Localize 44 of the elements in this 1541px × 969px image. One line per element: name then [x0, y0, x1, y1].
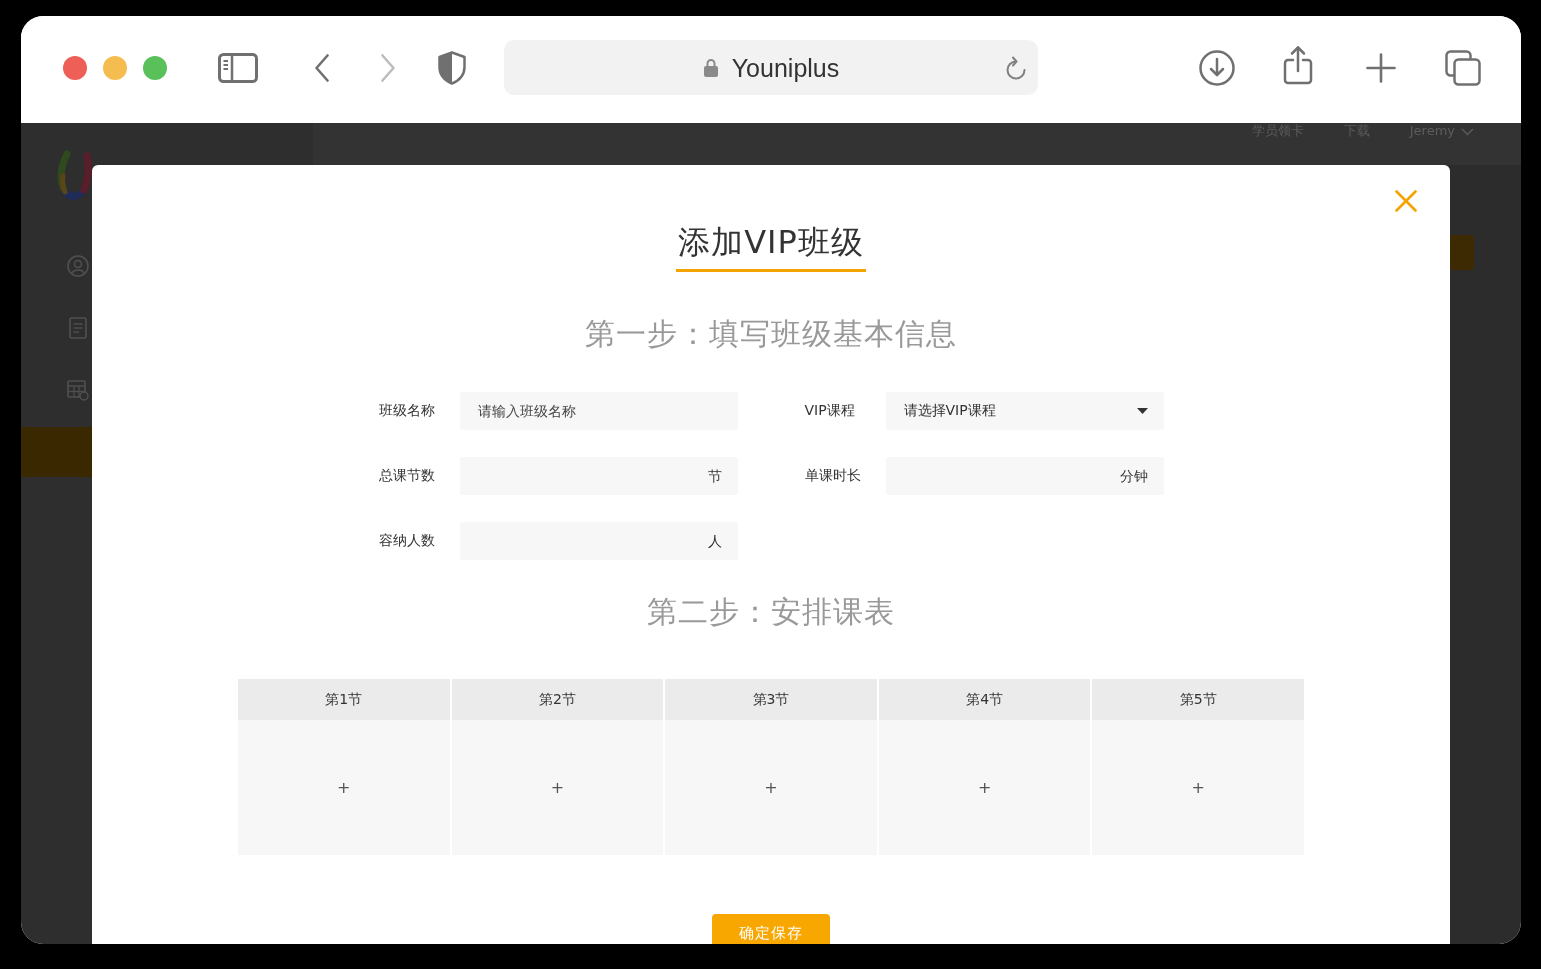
close-icon[interactable] [1395, 190, 1417, 212]
unit-label: 分钟 [1119, 467, 1148, 485]
column-header: 第4节 [878, 679, 1091, 720]
unit-label: 人 [707, 532, 722, 550]
reload-icon[interactable] [1005, 55, 1027, 80]
logo-icon [57, 150, 92, 200]
address-text: Youniplus [731, 52, 840, 83]
field-label: VIP课程 [804, 402, 856, 420]
select-field[interactable]: 请选择VIP课程 [885, 392, 1164, 430]
lock-icon [703, 58, 718, 77]
dialog-title: 添加VIP班级 [676, 222, 866, 272]
zoom-window-button[interactable] [143, 55, 167, 80]
shield-icon[interactable] [438, 50, 466, 85]
step-heading: 第一步：填写班级基本信息 [585, 315, 957, 353]
sidebar-icon[interactable] [218, 52, 258, 83]
add-lesson-slot[interactable]: + [238, 720, 450, 855]
download-icon[interactable] [1199, 49, 1235, 86]
share-icon[interactable] [1283, 44, 1313, 85]
person-icon [67, 255, 89, 277]
column-header: 第2节 [451, 679, 664, 720]
field-label: 单课时长 [804, 467, 862, 485]
back-icon[interactable] [315, 53, 329, 82]
field-label: 容纳人数 [378, 532, 436, 550]
calendar-icon [67, 379, 89, 401]
text-field[interactable]: 请输入班级名称 [459, 392, 738, 430]
column-header: 第1节 [238, 679, 450, 720]
unit-label: 节 [707, 467, 722, 485]
step-heading: 第二步：安排课表 [647, 593, 895, 631]
caret-icon [1136, 408, 1148, 414]
column-header: 第3节 [665, 679, 877, 720]
document-icon [69, 317, 87, 339]
add-lesson-slot[interactable]: + [878, 720, 1091, 855]
address-bar[interactable]: Youniplus [504, 40, 1038, 95]
add-lesson-slot[interactable]: + [1092, 720, 1304, 855]
new-tab-icon[interactable] [1366, 52, 1396, 83]
add-lesson-slot[interactable]: + [451, 720, 664, 855]
add-lesson-slot[interactable]: + [665, 720, 877, 855]
column-header: 第5节 [1092, 679, 1304, 720]
field-label: 班级名称 [378, 402, 436, 420]
field-label: 总课节数 [378, 467, 436, 485]
close-window-button[interactable] [63, 55, 87, 80]
chevron-down-icon[interactable] [1461, 128, 1474, 136]
minimize-window-button[interactable] [103, 55, 127, 80]
tabs-icon[interactable] [1445, 49, 1481, 86]
